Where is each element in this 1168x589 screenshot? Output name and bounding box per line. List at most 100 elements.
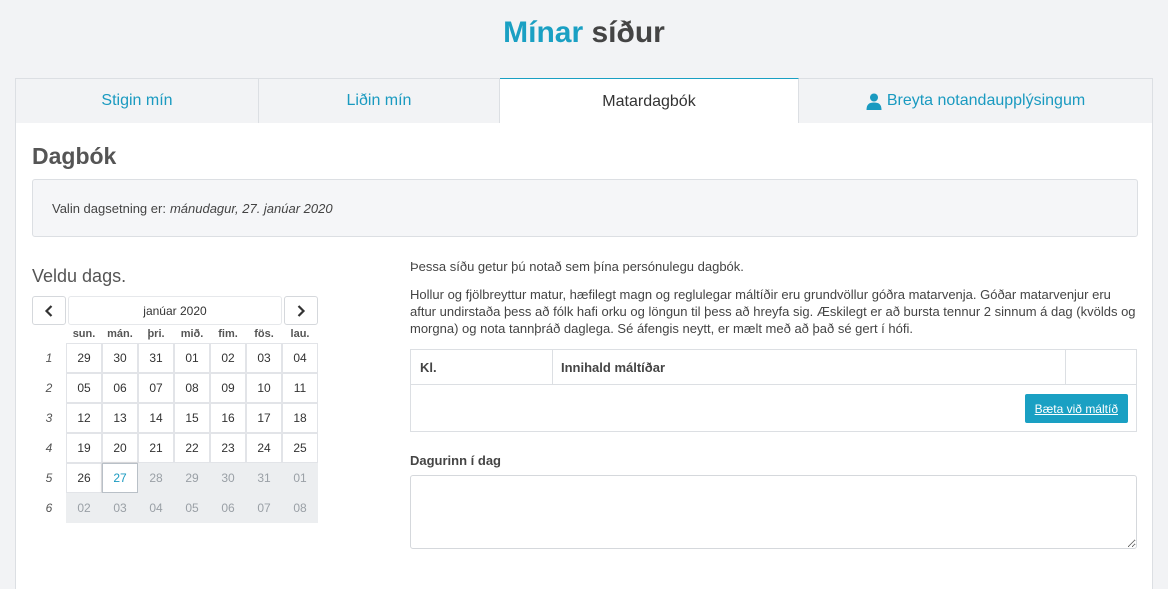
weekday-label: sun. (72, 328, 96, 340)
calendar-week-row: 2 05 06 07 08 09 10 11 (32, 373, 318, 403)
calendar-day[interactable]: 10 (246, 373, 282, 403)
calendar-day: 02 (66, 493, 102, 523)
add-meal-button[interactable]: Bæta við máltíð (1024, 394, 1128, 423)
tab-breyta-notanda-label: Breyta notandaupplýsingum (886, 92, 1086, 109)
calendar-day: 28 (138, 463, 174, 493)
calendar-day: 03 (102, 493, 138, 523)
calendar-day[interactable]: 25 (282, 433, 318, 463)
calendar: janúar 2020 sun. mán. þri. mið. fim. fös… (32, 296, 318, 523)
calendar-day[interactable]: 07 (138, 373, 174, 403)
weekday-label: lau. (290, 328, 310, 340)
calendar-day[interactable]: 03 (246, 343, 282, 373)
calendar-week-row: 5 26 27 28 29 30 31 01 (32, 463, 318, 493)
user-icon (866, 93, 882, 110)
calendar-day[interactable]: 21 (138, 433, 174, 463)
calendar-day[interactable]: 02 (210, 343, 246, 373)
calendar-header: janúar 2020 (32, 296, 318, 325)
day-note-label: Dagurinn í dag (410, 453, 501, 468)
tab-lidin-label: Liðin mín (346, 92, 412, 109)
week-number: 3 (45, 411, 53, 425)
calendar-day[interactable]: 17 (246, 403, 282, 433)
calendar-day[interactable]: 26 (66, 463, 102, 493)
calendar-day[interactable]: 09 (210, 373, 246, 403)
calendar-day[interactable]: 15 (174, 403, 210, 433)
column-header-actions (1066, 350, 1136, 384)
weekday-label: mið. (180, 328, 204, 340)
page-title-accent: Mínar (503, 16, 584, 49)
calendar-week-row: 4 19 20 21 22 23 24 25 (32, 433, 318, 463)
content-panel: Dagbók Valin dagsetning er: mánudagur, 2… (15, 123, 1153, 589)
calendar-day[interactable]: 24 (246, 433, 282, 463)
tab-breyta-notanda[interactable]: Breyta notandaupplýsingum (799, 78, 1153, 123)
calendar-day[interactable]: 27 (102, 463, 138, 493)
calendar-day: 01 (282, 463, 318, 493)
week-number: 4 (45, 441, 53, 455)
calendar-week-row: 1 29 30 31 01 02 03 04 (32, 343, 318, 373)
calendar-day[interactable]: 14 (138, 403, 174, 433)
calendar-day: 05 (174, 493, 210, 523)
tab-stigin-label: Stigin mín (101, 92, 173, 109)
calendar-day: 07 (246, 493, 282, 523)
calendar-day: 30 (210, 463, 246, 493)
calendar-day[interactable]: 08 (174, 373, 210, 403)
calendar-grid: 1 29 30 31 01 02 03 04 2 05 06 07 08 09 10 11 3 12 13 14 15 1… (32, 343, 318, 523)
calendar-day: 31 (246, 463, 282, 493)
calendar-day[interactable]: 31 (138, 343, 174, 373)
calendar-day[interactable]: 16 (210, 403, 246, 433)
calendar-day[interactable]: 12 (66, 403, 102, 433)
calendar-day[interactable]: 23 (210, 433, 246, 463)
meal-table: Kl. Innihald máltíðar Bæta við máltíð (410, 349, 1137, 432)
weekday-label: þri. (147, 328, 165, 340)
calendar-day[interactable]: 04 (282, 343, 318, 373)
tab-lidin[interactable]: Liðin mín (259, 78, 500, 123)
calendar-day: 06 (210, 493, 246, 523)
week-number: 5 (45, 471, 53, 485)
tab-matardagbok-label: Matardagbók (602, 92, 696, 110)
week-number: 6 (45, 501, 53, 515)
intro-line-2: Hollur og fjölbreyttur matur, hæfilegt m… (410, 287, 1136, 336)
calendar-week-row: 6 02 03 04 05 06 07 08 (32, 493, 318, 523)
tab-stigin[interactable]: Stigin mín (15, 78, 259, 123)
calendar-day[interactable]: 30 (102, 343, 138, 373)
selected-date-prefix: Valin dagsetning er: (52, 200, 166, 216)
column-header-content: Innihald máltíðar (553, 350, 1066, 384)
column-header-time: Kl. (411, 350, 553, 384)
chevron-right-icon (297, 304, 306, 317)
section-title: Dagbók (32, 143, 117, 169)
meal-table-footer: Bæta við máltíð (411, 385, 1136, 431)
calendar-day[interactable]: 20 (102, 433, 138, 463)
calendar-day[interactable]: 05 (66, 373, 102, 403)
selected-date-value: mánudagur, 27. janúar 2020 (169, 200, 333, 216)
calendar-prev-button[interactable] (32, 296, 66, 325)
meal-table-header: Kl. Innihald máltíðar (411, 350, 1136, 385)
calendar-day[interactable]: 06 (102, 373, 138, 403)
tab-bar: Stigin mín Liðin mín Matardagbók Breyta … (15, 78, 1153, 124)
calendar-day[interactable]: 13 (102, 403, 138, 433)
calendar-month-label[interactable]: janúar 2020 (67, 296, 283, 325)
calendar-day[interactable]: 29 (66, 343, 102, 373)
weekday-label: mán. (107, 328, 133, 340)
day-note-textarea[interactable] (410, 475, 1137, 549)
calendar-day: 08 (282, 493, 318, 523)
chevron-left-icon (44, 304, 53, 317)
calendar-day[interactable]: 01 (174, 343, 210, 373)
page-title-rest: síður (591, 16, 665, 49)
calendar-day[interactable]: 19 (66, 433, 102, 463)
week-number: 1 (45, 351, 53, 365)
calendar-title: Veldu dags. (32, 266, 127, 286)
page-title: Mínar síður (0, 14, 1168, 52)
weekday-label: fös. (254, 328, 274, 340)
calendar-day: 29 (174, 463, 210, 493)
calendar-day[interactable]: 11 (282, 373, 318, 403)
calendar-week-row: 3 12 13 14 15 16 17 18 (32, 403, 318, 433)
calendar-next-button[interactable] (284, 296, 318, 325)
week-number: 2 (45, 381, 53, 395)
calendar-weekdays: sun. mán. þri. mið. fim. fös. lau. (66, 326, 318, 343)
tab-matardagbok[interactable]: Matardagbók (500, 78, 799, 124)
selected-date-box: Valin dagsetning er: mánudagur, 27. janú… (32, 179, 1138, 237)
calendar-day[interactable]: 18 (282, 403, 318, 433)
calendar-day: 04 (138, 493, 174, 523)
calendar-day[interactable]: 22 (174, 433, 210, 463)
weekday-label: fim. (218, 328, 238, 340)
intro-line-1: Þessa síðu getur þú notað sem þína persó… (410, 259, 744, 274)
